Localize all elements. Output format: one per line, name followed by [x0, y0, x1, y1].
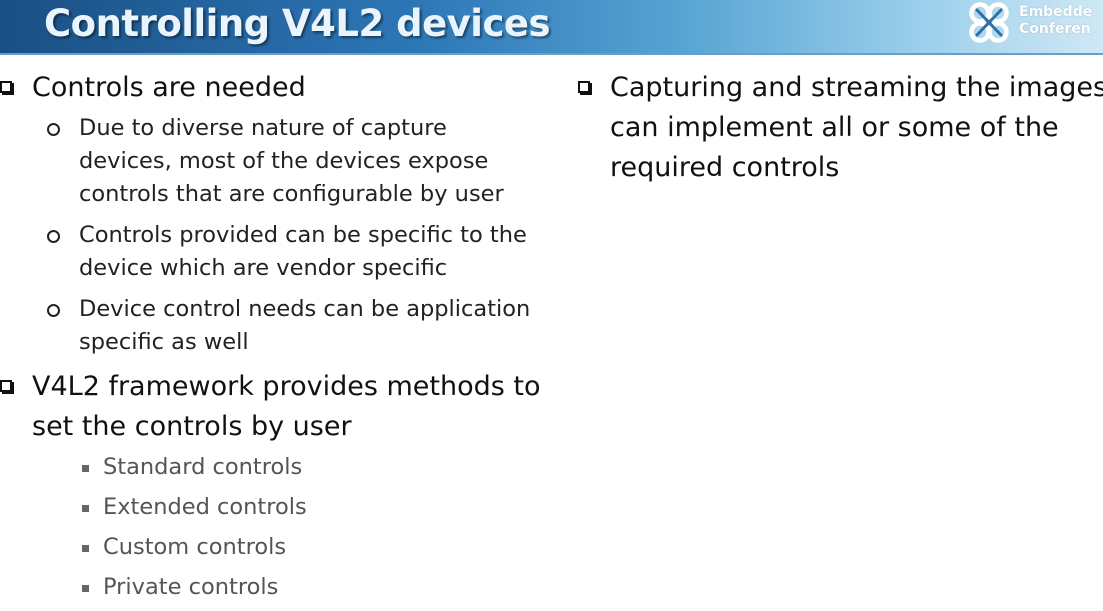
hollow-square-bullet-icon — [0, 81, 12, 93]
conference-logo: Embedde Conferen · · · · · · · · · — [962, 0, 1103, 50]
sub-bullet-text-line: specific as well — [79, 329, 249, 355]
sub-bullet-vendor-specific: Controls provided can be specific to the… — [0, 219, 570, 285]
hollow-circle-bullet-icon — [47, 304, 60, 317]
hollow-circle-bullet-icon — [47, 230, 60, 243]
bullet-text-line: required controls — [610, 152, 840, 183]
logo-tagline: · · · · · · · · · — [1019, 40, 1052, 47]
list-item-text: Private controls — [103, 574, 279, 600]
logo-text-line1: Embedde — [1019, 4, 1093, 20]
list-item-text: Custom controls — [103, 534, 287, 560]
bullet-text: Controls are needed — [32, 72, 306, 103]
slide-title: Controlling V4L2 devices — [44, 2, 551, 45]
embedded-conference-logo-icon — [969, 2, 1009, 43]
sub-bullet-text-line: device which are vendor specific — [79, 255, 448, 281]
filled-square-bullet-icon — [82, 585, 89, 592]
bullet-capturing-streaming: Capturing and streaming the images can i… — [578, 68, 1103, 188]
list-item-standard-controls: Standard controls — [0, 451, 570, 484]
bullet-text-line: can implement all or some of the — [610, 112, 1059, 143]
sub-bullet-text-line: devices, most of the devices expose — [79, 148, 489, 174]
list-item-text: Standard controls — [103, 454, 303, 480]
sub-bullet-text-line: controls that are configurable by user — [79, 181, 504, 207]
filled-square-bullet-icon — [82, 545, 89, 552]
list-item-custom-controls: Custom controls — [0, 531, 570, 564]
hollow-circle-bullet-icon — [47, 123, 60, 136]
bullet-controls-needed: Controls are needed — [0, 68, 570, 108]
right-column: Capturing and streaming the images can i… — [578, 68, 1103, 192]
left-column: Controls are needed Due to diverse natur… — [0, 68, 570, 611]
slide-header: Controlling V4L2 devices Embedde Confere… — [0, 0, 1103, 55]
list-item-text: Extended controls — [103, 494, 307, 520]
hollow-square-bullet-icon — [578, 81, 590, 93]
filled-square-bullet-icon — [82, 465, 89, 472]
sub-bullet-text-line: Controls provided can be specific to the — [79, 222, 527, 248]
bullet-text-line: set the controls by user — [32, 411, 352, 442]
sub-bullet-diverse-nature: Due to diverse nature of capture devices… — [0, 112, 570, 211]
bullet-v4l2-framework: V4L2 framework provides methods to set t… — [0, 367, 570, 447]
filled-square-bullet-icon — [82, 505, 89, 512]
list-item-extended-controls: Extended controls — [0, 491, 570, 524]
logo-text-line2: Conferen — [1019, 21, 1091, 37]
bullet-text-line: Capturing and streaming the images — [610, 72, 1103, 103]
sub-bullet-text-line: Due to diverse nature of capture — [79, 115, 447, 141]
list-item-private-controls: Private controls — [0, 571, 570, 604]
hollow-square-bullet-icon — [0, 380, 12, 392]
sub-bullet-text-line: Device control needs can be application — [79, 296, 531, 322]
sub-bullet-application-specific: Device control needs can be application … — [0, 293, 570, 359]
bullet-text-line: V4L2 framework provides methods to — [32, 371, 541, 402]
